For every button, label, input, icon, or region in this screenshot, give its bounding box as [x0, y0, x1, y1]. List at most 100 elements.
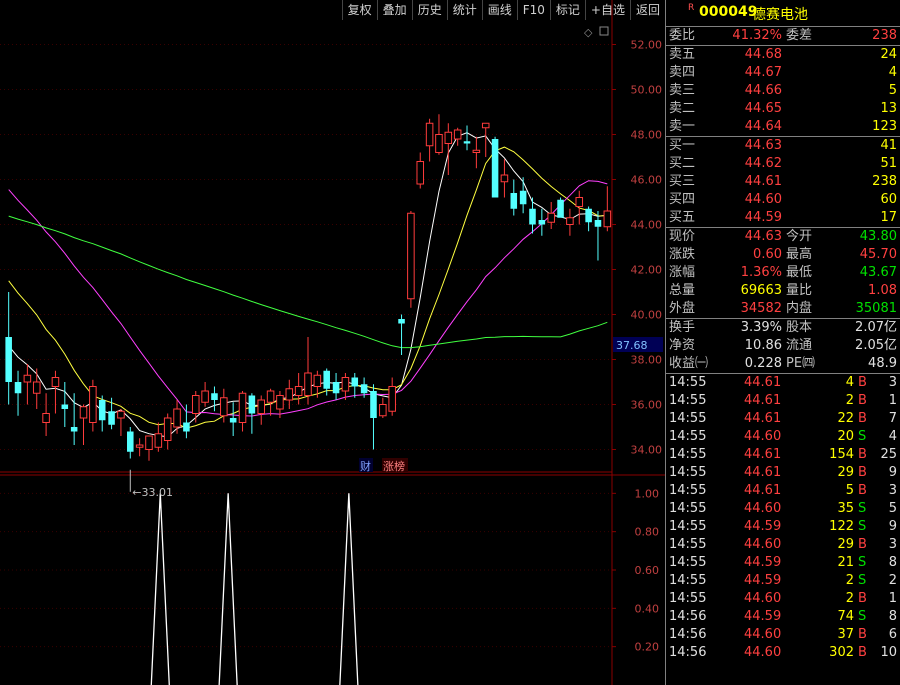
toolbar-button-3[interactable]: 统计	[446, 0, 482, 20]
sell-volume: 5	[888, 83, 897, 98]
trade-tick: 14:55 44.59 122 S 9	[666, 518, 900, 536]
stat-label: 收益㈠	[669, 356, 709, 371]
candle-body	[70, 427, 78, 432]
indicator-tick-label: 1.00	[635, 487, 660, 500]
sell-level-0[interactable]: 卖五 44.68 24	[666, 46, 900, 64]
buy-level-2[interactable]: 买三 44.61 238	[666, 173, 900, 191]
quote-value: 44.63	[744, 229, 782, 244]
candle-body	[463, 141, 471, 144]
stock-name[interactable]: 德赛电池	[752, 4, 808, 24]
trade-count: 3	[888, 537, 897, 552]
trade-direction: B	[858, 393, 867, 408]
trade-price: 44.59	[744, 519, 782, 534]
buy-price: 44.59	[744, 210, 782, 225]
trade-count: 4	[888, 429, 897, 444]
sell-volume: 24	[880, 47, 897, 62]
candle-body	[379, 404, 387, 417]
candle-body	[332, 382, 340, 394]
trade-price: 44.61	[744, 411, 782, 426]
stat-value: 3.39%	[740, 320, 782, 335]
buy-level-1[interactable]: 买二 44.62 51	[666, 155, 900, 173]
toolbar-button-5[interactable]: F10	[516, 0, 550, 20]
trade-time: 14:55	[669, 501, 707, 516]
stat-row-1: 净资 10.86 流通 2.05亿	[666, 337, 900, 355]
toolbar-button-6[interactable]: 标记	[549, 0, 585, 20]
toolbar-button-4[interactable]: 画线	[481, 0, 517, 20]
toolbar-button-2[interactable]: 历史	[411, 0, 447, 20]
quote-row-1: 涨跌 0.60 最高 45.70	[666, 246, 900, 264]
sell-level-4[interactable]: 卖一 44.64 123	[666, 118, 900, 136]
buy-price: 44.62	[744, 156, 782, 171]
quote-value: 34582	[740, 301, 782, 316]
buy-volume: 238	[872, 174, 897, 189]
trade-count: 10	[880, 645, 897, 660]
trade-ticks: 14:55 44.61 4 B 3 14:55 44.61 2 B 1 14:55 44.61 22 B 7…	[666, 374, 900, 662]
trade-time: 14:55	[669, 519, 707, 534]
price-tick-label: 40.00	[631, 309, 663, 322]
trade-volume: 4	[845, 375, 854, 390]
candle-body	[61, 404, 69, 409]
quote-panel: R 000049 德赛电池 委比 41.32% 委差 238 卖五 44.68 24…	[665, 0, 900, 685]
stat-label: 流通	[786, 338, 813, 353]
trade-volume: 154	[829, 447, 854, 462]
trade-direction: S	[858, 609, 867, 624]
trade-time: 14:56	[669, 609, 707, 624]
trade-volume: 29	[837, 465, 854, 480]
trade-count: 1	[888, 393, 897, 408]
weicha-label: 委差	[786, 28, 813, 43]
trade-volume: 122	[829, 519, 854, 534]
trade-price: 44.61	[744, 447, 782, 462]
trade-price: 44.59	[744, 609, 782, 624]
price-tick-label: 34.00	[631, 444, 663, 457]
toolbar-button-7[interactable]: +自选	[584, 0, 630, 20]
buy-level-0[interactable]: 买一 44.63 41	[666, 137, 900, 155]
quote-stats: 现价 44.63 今开 43.80 涨跌 0.60 最高 45.70 涨幅 1.36% 最低 43.6…	[666, 228, 900, 319]
candle-body	[351, 377, 359, 387]
buy-level-4[interactable]: 买五 44.59 17	[666, 209, 900, 227]
toolbar-button-1[interactable]: 叠加	[376, 0, 412, 20]
candle-body	[257, 399, 266, 414]
sell-level-3[interactable]: 卖二 44.65 13	[666, 100, 900, 118]
trade-tick: 14:55 44.61 2 B 1	[666, 392, 900, 410]
sell-price: 44.64	[744, 119, 782, 134]
trade-volume: 22	[837, 411, 854, 426]
trade-direction: S	[858, 519, 867, 534]
sell-label: 卖三	[669, 83, 696, 98]
sell-level-1[interactable]: 卖四 44.67 4	[666, 64, 900, 82]
trade-tick: 14:55 44.61 154 B 25	[666, 446, 900, 464]
trade-price: 44.61	[744, 393, 782, 408]
candle-body	[425, 122, 434, 147]
stat-label: 股本	[786, 320, 813, 335]
buy-volume: 51	[880, 156, 897, 171]
trade-price: 44.59	[744, 573, 782, 588]
candle-body	[229, 418, 237, 423]
trade-tick: 14:55 44.60 35 S 5	[666, 500, 900, 518]
buy-label: 买一	[669, 138, 696, 153]
trade-count: 2	[888, 573, 897, 588]
toolbar-button-0[interactable]: 复权	[341, 0, 377, 20]
candle-body	[248, 395, 256, 414]
candle-body	[585, 208, 592, 223]
trade-count: 3	[888, 375, 897, 390]
price-chart[interactable]: 52.00 50.00 48.00 46.00 44.00 42.00 40.00 38.00…	[0, 0, 665, 685]
indicator-tick-label: 0.80	[635, 526, 660, 539]
trade-time: 14:55	[669, 555, 707, 570]
candle-body	[481, 122, 490, 129]
candle-body	[285, 388, 294, 401]
buy-price: 44.60	[744, 192, 782, 207]
candle-body	[51, 377, 60, 387]
buy-level-3[interactable]: 买四 44.60 60	[666, 191, 900, 209]
toolbar-button-8[interactable]: 返回	[629, 0, 665, 20]
quote-value: 1.08	[868, 283, 897, 298]
stat-label: 换手	[669, 320, 696, 335]
quote-label: 最高	[786, 247, 813, 262]
price-tick-label: 38.00	[631, 354, 663, 367]
buy-label: 买三	[669, 174, 696, 189]
candle-body	[398, 319, 405, 324]
candle-body	[191, 395, 200, 414]
stock-code[interactable]: 000049	[699, 4, 757, 20]
sell-level-2[interactable]: 卖三 44.66 5	[666, 82, 900, 100]
trade-tick: 14:55 44.61 5 B 3	[666, 482, 900, 500]
candle-body	[435, 134, 443, 153]
candle-body	[220, 397, 228, 417]
